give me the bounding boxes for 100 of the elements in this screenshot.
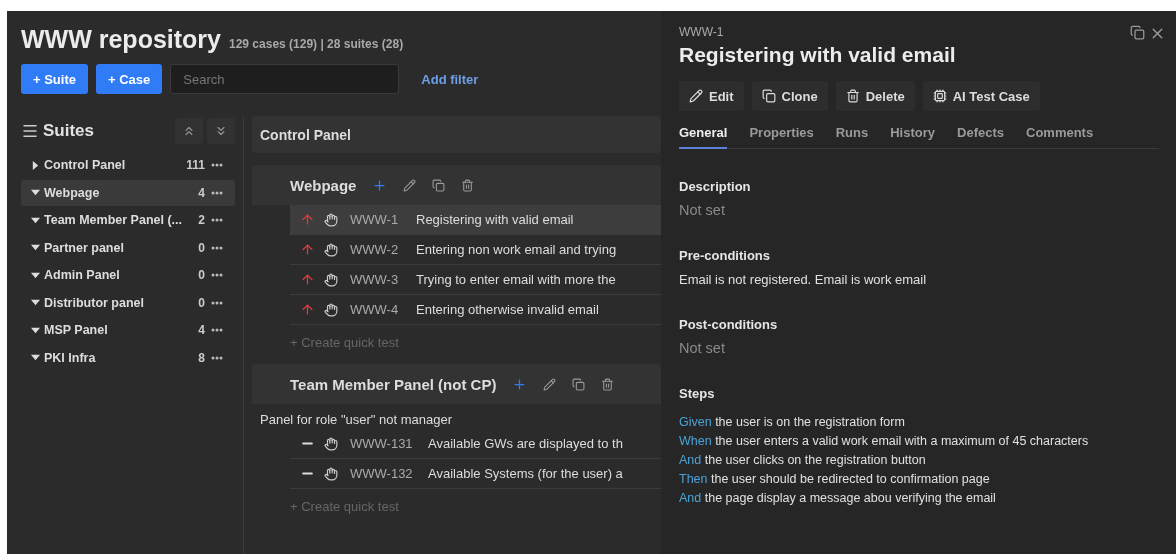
more-icon[interactable] <box>211 273 223 277</box>
suite-item[interactable]: MSP Panel 4 <box>21 317 235 343</box>
clone-button[interactable]: Clone <box>751 81 828 111</box>
suite-title: Webpage <box>290 176 357 194</box>
page-title: WWW repository <box>21 25 221 54</box>
suite-item[interactable]: Distributor panel 0 <box>21 289 235 316</box>
ai-button[interactable]: AI Test Case <box>922 81 1040 111</box>
copy-icon <box>761 89 776 103</box>
tab[interactable]: General <box>679 119 728 149</box>
section-value: Email is not registered. Email is work email <box>679 272 928 287</box>
copy-icon[interactable] <box>432 178 446 192</box>
step-text: And the page display a message abou verifying the email <box>679 491 997 505</box>
case-id: WWW-4 <box>350 302 400 317</box>
parent-suite-bar: Control Panel <box>252 116 661 153</box>
suite-name: Control Panel <box>44 158 127 172</box>
sidebar-title: Suites <box>43 121 96 141</box>
suite-description: Panel for role "user" not manager <box>259 411 454 429</box>
case-count: 0 <box>198 268 205 282</box>
delete-button[interactable]: Delete <box>835 81 915 111</box>
suite-item[interactable]: Team Member Panel (... 2 <box>21 207 235 233</box>
chevrons-up-icon <box>182 124 196 138</box>
more-icon[interactable] <box>211 245 223 250</box>
hand-icon <box>324 272 338 287</box>
section-heading: Post-conditions <box>679 317 779 332</box>
tab[interactable]: Defects <box>957 119 1004 149</box>
case-title: Registering with valid email <box>416 212 574 227</box>
suite-item[interactable]: Control Panel 111 <box>21 152 235 178</box>
expand-all-button[interactable] <box>207 118 235 144</box>
copy-icon[interactable] <box>572 377 586 391</box>
suite-name: Distributor panel <box>44 295 145 310</box>
case-title: Entering non work email and trying <box>416 242 617 257</box>
section-value: Not set <box>679 202 726 218</box>
more-icon[interactable] <box>211 328 223 332</box>
suite-item[interactable]: Partner panel 0 <box>21 234 235 261</box>
section-heading: Steps <box>679 386 716 401</box>
case-count: 0 <box>198 295 205 310</box>
case-title: Registering with valid email <box>679 43 957 67</box>
suite-name: MSP Panel <box>44 323 109 337</box>
more-icon[interactable] <box>211 355 223 360</box>
plus-icon[interactable] <box>512 376 528 392</box>
suite-item[interactable]: Webpage 4 <box>21 179 235 206</box>
add-case-button[interactable]: + Case <box>96 64 163 94</box>
case-count: 111 <box>186 158 205 172</box>
hand-icon <box>324 466 338 481</box>
edit-button[interactable]: Edit <box>679 81 744 111</box>
tab[interactable]: Comments <box>1026 119 1094 149</box>
trash-icon <box>845 89 860 103</box>
case-id: WWW-1 <box>679 25 724 39</box>
suite-name: Admin Panel <box>44 268 121 282</box>
repository-stats: 129 cases (129) | 28 suites (28) <box>229 37 404 51</box>
tab[interactable]: History <box>890 119 936 149</box>
case-id: WWW-1 <box>350 212 400 227</box>
more-icon[interactable] <box>211 163 223 167</box>
section-heading: Description <box>679 179 752 194</box>
add-filter-link[interactable]: Add filter <box>421 71 479 87</box>
pencil-icon[interactable] <box>543 377 557 391</box>
hand-icon <box>324 302 338 317</box>
case-count: 8 <box>198 350 205 365</box>
suite-name: Partner panel <box>44 240 125 255</box>
pencil-icon <box>689 89 703 103</box>
hand-icon <box>324 212 338 227</box>
more-icon[interactable] <box>211 190 223 195</box>
pencil-icon[interactable] <box>403 178 417 192</box>
suite-item[interactable]: Admin Panel 0 <box>21 262 235 288</box>
search-field[interactable]: Search <box>170 64 400 94</box>
window-icon[interactable] <box>1130 25 1145 40</box>
trash-icon[interactable] <box>461 178 475 192</box>
suite-item[interactable]: PKI Infra 8 <box>21 344 235 371</box>
case-count: 4 <box>198 185 205 200</box>
collapse-all-button[interactable] <box>175 118 203 144</box>
chevrons-down-icon <box>214 124 228 138</box>
chip-icon <box>932 89 947 103</box>
case-id: WWW-132 <box>350 466 414 481</box>
menu-icon <box>21 122 39 140</box>
case-id: WWW-2 <box>350 242 400 257</box>
case-title: Available Systems (for the user) a <box>428 466 623 481</box>
step-text: When the user enters a valid work email with a maximum of 45 characters <box>679 434 1090 448</box>
suite-name: Team Member Panel (... <box>44 213 183 227</box>
hand-icon <box>324 436 338 451</box>
case-title: Entering otherwise invalid email <box>416 302 599 317</box>
plus-icon[interactable] <box>372 177 388 193</box>
more-icon[interactable] <box>211 218 223 222</box>
tab[interactable]: Runs <box>835 119 869 149</box>
case-id: WWW-131 <box>350 436 414 451</box>
case-count: 4 <box>198 323 205 337</box>
step-text: And the user clicks on the registration button <box>679 453 927 467</box>
suite-name: Webpage <box>44 185 101 200</box>
suite-name: PKI Infra <box>44 350 97 365</box>
case-title: Available GWs are displayed to th <box>428 436 623 451</box>
more-icon[interactable] <box>211 300 223 305</box>
trash-icon[interactable] <box>601 377 615 391</box>
add-suite-button[interactable]: + Suite <box>21 64 88 94</box>
test-case-row[interactable]: WWW-1 Registering with valid email <box>290 205 661 235</box>
case-count: 0 <box>198 240 205 255</box>
tab[interactable]: Properties <box>749 119 814 149</box>
section-heading: Pre-conditions <box>679 248 771 263</box>
step-text: Then the user should be redirected to confirmation page <box>679 472 991 486</box>
suite-title: Team Member Panel (not CP) <box>290 375 497 393</box>
case-id: WWW-3 <box>350 272 400 287</box>
case-title: Trying to enter email with more the <box>416 272 616 287</box>
